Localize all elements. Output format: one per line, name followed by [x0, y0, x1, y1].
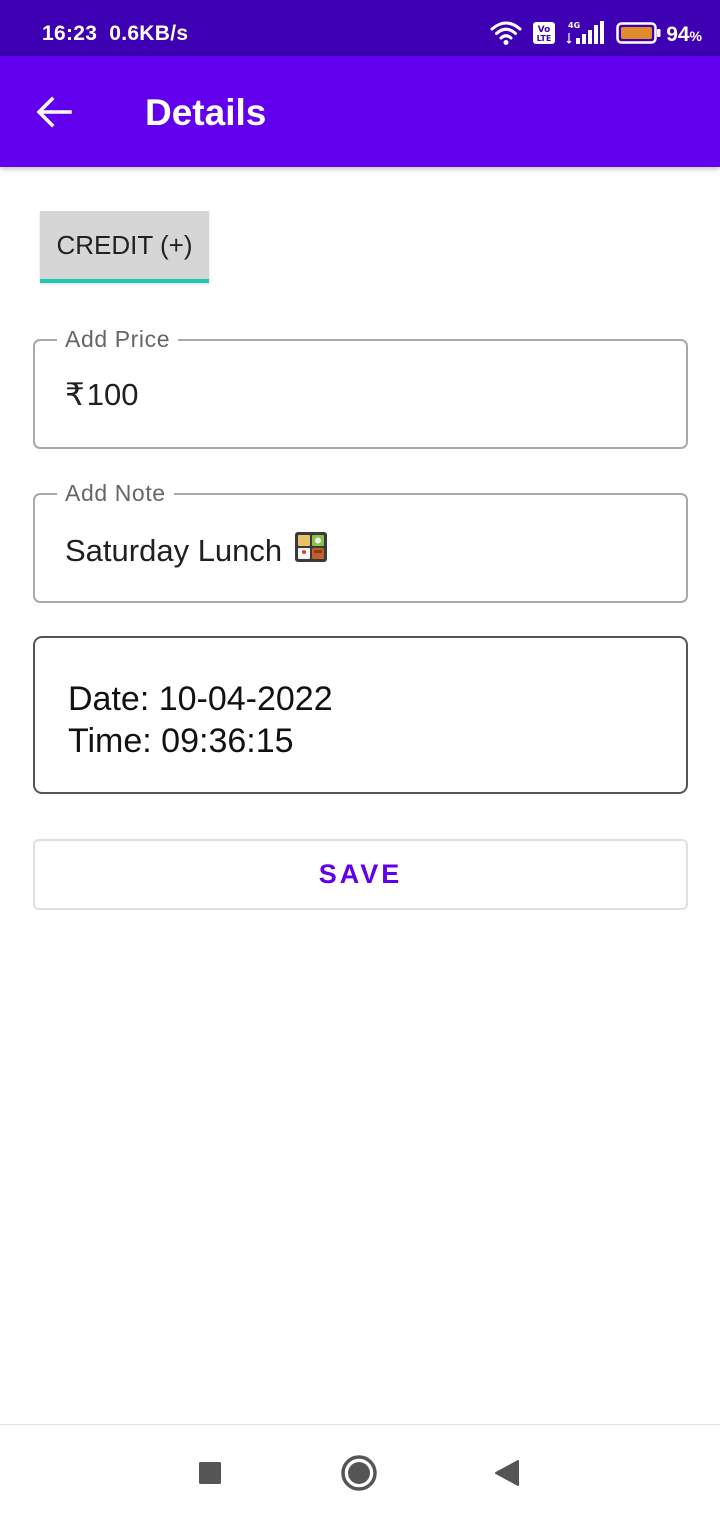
price-value: 100 — [86, 377, 139, 412]
volte-icon: Vo LTE — [532, 21, 556, 50]
price-field[interactable]: Add Price ₹100 — [33, 326, 688, 449]
navigation-bar — [0, 1424, 720, 1520]
app-bar: Details — [0, 56, 720, 167]
note-value: Saturday Lunch — [65, 533, 283, 568]
price-input[interactable]: ₹100 — [65, 377, 138, 413]
details-screen: 16:23 0.6KB/s Vo LTE 4G 94% Details CRED… — [0, 0, 720, 1520]
system-back-button[interactable] — [486, 1453, 526, 1493]
battery-percent: 94% — [666, 23, 702, 47]
currency-symbol: ₹ — [65, 377, 85, 412]
arrow-left-icon — [36, 96, 72, 128]
home-button[interactable] — [339, 1453, 379, 1493]
page-title: Details — [145, 92, 267, 133]
status-right: Vo LTE 4G 94% — [480, 20, 702, 50]
credit-tab[interactable]: CREDIT (+) — [40, 211, 209, 283]
time-text: Time: 09:36:15 — [68, 722, 294, 760]
volte-text-bottom: LTE — [537, 34, 552, 43]
save-button[interactable]: SAVE — [33, 839, 688, 910]
bento-box-icon — [294, 531, 328, 571]
battery-percent-value: 94 — [666, 23, 690, 46]
status-left: 16:23 0.6KB/s — [42, 22, 188, 46]
signal-icon: 4G — [566, 20, 606, 51]
wifi-icon — [490, 20, 522, 51]
status-bar: 16:23 0.6KB/s Vo LTE 4G 94% — [0, 0, 720, 56]
recents-square-icon — [199, 1462, 221, 1484]
recents-button[interactable] — [190, 1453, 230, 1493]
note-input[interactable]: Saturday Lunch — [65, 531, 328, 571]
date-text: Date: 10-04-2022 — [68, 680, 333, 718]
status-time: 16:23 — [42, 22, 98, 45]
note-field[interactable]: Add Note Saturday Lunch — [33, 480, 688, 603]
battery-percent-unit: % — [689, 28, 702, 44]
battery-icon — [616, 21, 662, 50]
network-speed: 0.6KB/s — [109, 22, 189, 45]
note-field-label: Add Note — [57, 480, 174, 507]
back-button[interactable] — [26, 86, 82, 138]
datetime-box[interactable]: Date: 10-04-2022 Time: 09:36:15 — [33, 636, 688, 794]
signal-type-label: 4G — [568, 21, 580, 30]
back-triangle-icon — [495, 1460, 519, 1486]
price-field-label: Add Price — [57, 326, 179, 353]
home-circle-icon — [341, 1455, 377, 1491]
